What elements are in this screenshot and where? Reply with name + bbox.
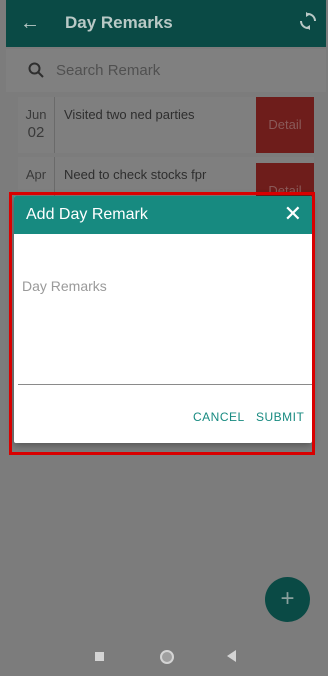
remark-month: Apr — [25, 167, 47, 182]
search-icon — [28, 62, 44, 83]
remark-date: Jun 02 — [18, 97, 55, 153]
dialog-title: Add Day Remark — [26, 206, 148, 223]
refresh-icon[interactable] — [300, 12, 316, 35]
add-remark-fab[interactable]: + — [265, 577, 310, 622]
home-icon[interactable] — [160, 650, 174, 664]
remark-text: Visited two ned parties — [64, 107, 195, 122]
system-nav-bar — [0, 632, 328, 676]
add-day-remark-dialog: Add Day Remark ✕ Day Remarks CANCEL SUBM… — [14, 196, 312, 443]
cancel-button[interactable]: CANCEL — [193, 410, 245, 424]
submit-button[interactable]: SUBMIT — [256, 410, 304, 424]
search-input[interactable]: Search Remark — [56, 62, 160, 79]
day-remarks-field[interactable]: Day Remarks — [18, 248, 312, 385]
search-bar[interactable]: Search Remark — [6, 49, 326, 92]
back-icon[interactable] — [227, 650, 236, 662]
close-icon[interactable]: ✕ — [284, 202, 302, 226]
list-item: Jun 02 Visited two ned parties Detail — [18, 97, 314, 153]
page-title: Day Remarks — [65, 13, 173, 32]
arrow-left-icon[interactable]: ← — [20, 11, 40, 35]
remark-month: Jun — [25, 107, 47, 122]
recent-apps-icon[interactable] — [95, 652, 104, 661]
remark-text: Need to check stocks fpr — [64, 167, 207, 182]
detail-button[interactable]: Detail — [256, 97, 314, 153]
day-remarks-placeholder: Day Remarks — [22, 278, 107, 294]
dialog-header: Add Day Remark ✕ — [14, 196, 312, 234]
remark-day: 02 — [27, 124, 45, 141]
app-bar: ← Day Remarks — [6, 0, 326, 47]
